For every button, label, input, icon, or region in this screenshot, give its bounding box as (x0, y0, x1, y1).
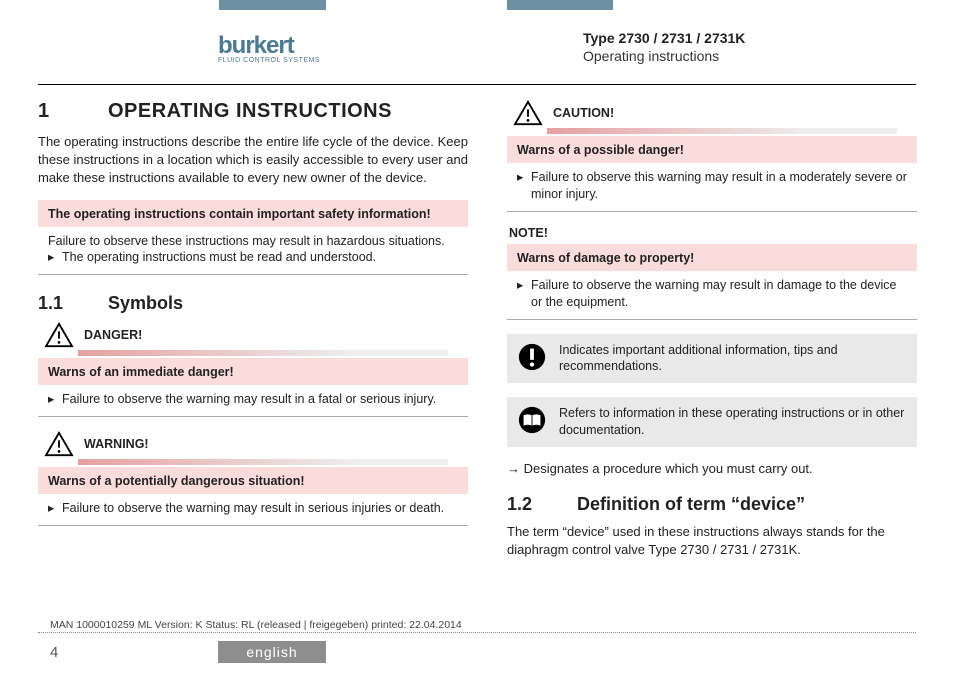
warning-bullet: Failure to observe the warning may resul… (62, 500, 458, 517)
definition-paragraph: The term “device” used in these instruct… (507, 523, 917, 559)
caution-bullet: Failure to observe this warning may resu… (531, 169, 907, 203)
danger-box-header: Warns of an immediate danger! (38, 358, 468, 385)
danger-box-body: ▸Failure to observe the warning may resu… (38, 385, 468, 416)
info-reference-box: Refers to information in these operating… (507, 397, 917, 447)
warning-box: Warns of a potentially dangerous situati… (38, 467, 468, 526)
left-column: 1 OPERATING INSTRUCTIONS The operating i… (38, 100, 468, 540)
arrow-text: Designates a procedure which you must ca… (524, 461, 813, 476)
bullet-mark-icon: ▸ (517, 169, 531, 203)
section-1-2-heading: 1.2 Definition of term “device” (507, 494, 917, 515)
bullet-mark-icon: ▸ (48, 391, 62, 408)
warning-triangle-icon (44, 431, 74, 457)
caution-box-body: ▸Failure to observe this warning may res… (507, 163, 917, 211)
subsection-number: 1.2 (507, 494, 577, 515)
safety-info-box: The operating instructions contain impor… (38, 200, 468, 276)
header-area: burkert FLUID CONTROL SYSTEMS Type 2730 … (0, 0, 954, 84)
warning-label: WARNING! (84, 437, 149, 451)
caution-header: CAUTION! (513, 100, 917, 126)
safety-line: Failure to observe these instructions ma… (48, 233, 458, 250)
warning-triangle-icon (513, 100, 543, 126)
warning-triangle-icon (44, 322, 74, 348)
warning-header: WARNING! (44, 431, 468, 457)
subsection-title: Definition of term “device” (577, 494, 805, 515)
note-box-body: ▸Failure to observe the warning may resu… (507, 271, 917, 319)
caution-box: Warns of a possible danger! ▸Failure to … (507, 136, 917, 212)
doc-subtitle: Operating instructions (583, 48, 913, 64)
tab-marker-right (507, 0, 613, 10)
bullet-mark-icon: ▸ (48, 249, 62, 266)
info-tip-text: Indicates important additional informati… (559, 342, 907, 376)
type-line: Type 2730 / 2731 / 2731K (583, 30, 913, 46)
bullet-mark-icon: ▸ (48, 500, 62, 517)
safety-bullet: ▸ The operating instructions must be rea… (48, 249, 458, 266)
info-ref-text: Refers to information in these operating… (559, 405, 907, 439)
book-icon (517, 405, 547, 435)
procedure-arrow-line: → Designates a procedure which you must … (507, 461, 917, 476)
section-1-1-heading: 1.1 Symbols (38, 293, 468, 314)
note-box-header: Warns of damage to property! (507, 244, 917, 271)
tab-marker-left (219, 0, 326, 10)
severity-bar (78, 459, 448, 465)
severity-bar (547, 128, 897, 134)
danger-bullet: Failure to observe the warning may resul… (62, 391, 458, 408)
danger-box: Warns of an immediate danger! ▸Failure t… (38, 358, 468, 417)
safety-box-body: Failure to observe these instructions ma… (38, 227, 468, 275)
info-tip-box: Indicates important additional informati… (507, 334, 917, 384)
danger-label: DANGER! (84, 328, 142, 342)
note-bullet: Failure to observe the warning may resul… (531, 277, 907, 311)
page-number: 4 (50, 644, 58, 661)
intro-paragraph: The operating instructions describe the … (38, 133, 468, 188)
section-1-heading: 1 OPERATING INSTRUCTIONS (38, 100, 468, 123)
subsection-number: 1.1 (38, 293, 108, 314)
arrow-right-icon: → (507, 461, 524, 476)
note-label: NOTE! (509, 226, 917, 240)
header-rule (38, 84, 916, 85)
doc-header: Type 2730 / 2731 / 2731K Operating instr… (583, 30, 913, 64)
caution-box-header: Warns of a possible danger! (507, 136, 917, 163)
warning-box-header: Warns of a potentially dangerous situati… (38, 467, 468, 494)
section-number: 1 (38, 100, 108, 123)
language-tab: english (218, 641, 326, 663)
bullet-mark-icon: ▸ (517, 277, 531, 311)
exclamation-circle-icon (517, 342, 547, 372)
brand-logo: burkert FLUID CONTROL SYSTEMS (218, 32, 320, 64)
severity-bar (78, 350, 448, 356)
logo-subtitle: FLUID CONTROL SYSTEMS (218, 57, 320, 64)
safety-box-header: The operating instructions contain impor… (38, 200, 468, 227)
note-box: Warns of damage to property! ▸Failure to… (507, 244, 917, 320)
caution-label: CAUTION! (553, 106, 614, 120)
danger-header: DANGER! (44, 322, 468, 348)
footer-rule (38, 632, 916, 633)
logo-text: burkert (218, 32, 320, 60)
safety-bullet-text: The operating instructions must be read … (62, 249, 458, 266)
subsection-title: Symbols (108, 293, 183, 314)
warning-box-body: ▸Failure to observe the warning may resu… (38, 494, 468, 525)
section-title: OPERATING INSTRUCTIONS (108, 100, 392, 123)
right-column: CAUTION! Warns of a possible danger! ▸Fa… (507, 100, 917, 571)
footer-meta: MAN 1000010259 ML Version: K Status: RL … (50, 619, 462, 631)
